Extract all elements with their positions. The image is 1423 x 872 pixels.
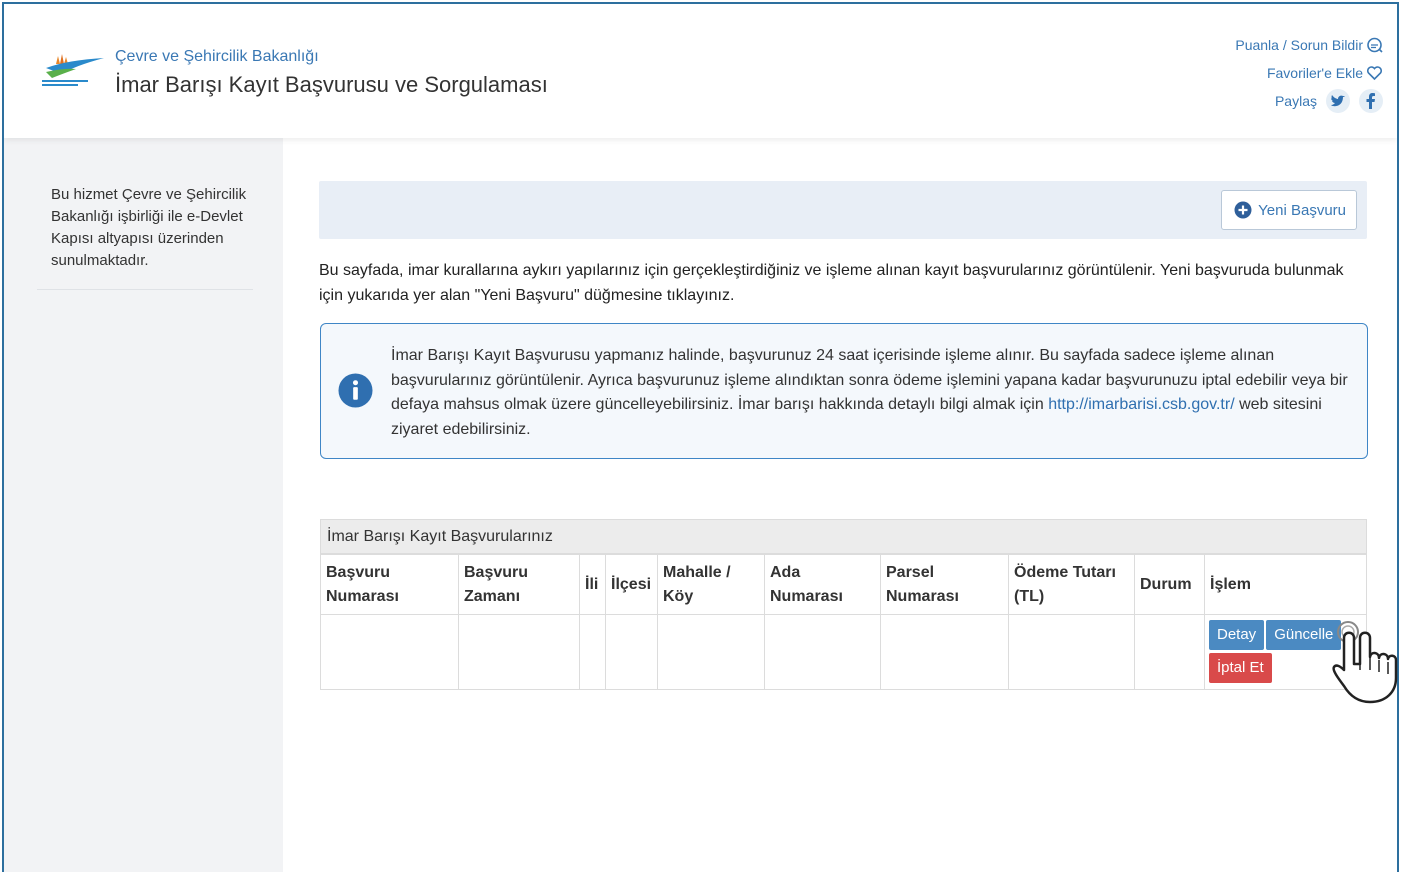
- col-district: İlçesi: [605, 554, 658, 615]
- sidebar-divider: [37, 289, 253, 290]
- chat-icon[interactable]: [1366, 37, 1383, 54]
- col-province: İli: [579, 554, 606, 615]
- share-label: Paylaş: [1274, 93, 1317, 109]
- cell-application-number: [320, 614, 459, 690]
- col-status: Durum: [1134, 554, 1205, 615]
- col-action: İşlem: [1204, 554, 1367, 615]
- cell-status: [1134, 614, 1205, 690]
- cell-payment-amount: [1008, 614, 1135, 690]
- applications-table: Başvuru Numarası Başvuru Zamanı İli İlçe…: [320, 554, 1367, 690]
- sidebar: Bu hizmet Çevre ve Şehircilik Bakanlığı …: [4, 138, 283, 872]
- page-header: Çevre ve Şehircilik Bakanlığı İmar Barış…: [4, 4, 1397, 138]
- cancel-button[interactable]: İptal Et: [1209, 653, 1272, 683]
- cell-neighborhood: [657, 614, 765, 690]
- cell-block-number: [764, 614, 881, 690]
- sidebar-note: Bu hizmet Çevre ve Şehircilik Bakanlığı …: [51, 186, 247, 269]
- browser-frame: Çevre ve Şehircilik Bakanlığı İmar Barış…: [2, 2, 1399, 872]
- new-application-button[interactable]: Yeni Başvuru: [1221, 190, 1357, 230]
- favorites-link[interactable]: Favoriler'e Ekle: [1267, 65, 1363, 81]
- col-payment-amount: Ödeme Tutarı (TL): [1008, 554, 1135, 615]
- info-icon: [338, 373, 373, 408]
- cell-parcel-number: [880, 614, 1009, 690]
- header-links: Puanla / Sorun Bildir Favoriler'e Ekle P…: [1235, 31, 1383, 115]
- twitter-icon[interactable]: [1326, 89, 1350, 113]
- action-bar: Yeni Başvuru: [319, 181, 1367, 239]
- cell-province: [579, 614, 606, 690]
- col-application-time: Başvuru Zamanı: [458, 554, 580, 615]
- plus-circle-icon: [1234, 201, 1252, 219]
- hand-pointer-icon: [1332, 621, 1398, 704]
- imarbarisi-link[interactable]: http://imarbarisi.csb.gov.tr/: [1048, 396, 1234, 413]
- col-application-number: Başvuru Numarası: [320, 554, 459, 615]
- applications-table-title: İmar Barışı Kayıt Başvurularınız: [320, 519, 1367, 554]
- table-header-row: Başvuru Numarası Başvuru Zamanı İli İlçe…: [320, 554, 1367, 615]
- page-title: İmar Barışı Kayıt Başvurusu ve Sorgulama…: [115, 72, 548, 97]
- col-block-number: Ada Numarası: [764, 554, 881, 615]
- facebook-icon[interactable]: [1359, 89, 1383, 113]
- heart-icon[interactable]: [1366, 65, 1383, 81]
- info-alert-text: İmar Barışı Kayıt Başvurusu yapmanız hal…: [391, 344, 1351, 442]
- cell-district: [605, 614, 658, 690]
- info-alert: İmar Barışı Kayıt Başvurusu yapmanız hal…: [320, 323, 1368, 459]
- ministry-name[interactable]: Çevre ve Şehircilik Bakanlığı: [115, 48, 319, 66]
- new-application-label: Yeni Başvuru: [1258, 201, 1346, 219]
- rate-link[interactable]: Puanla / Sorun Bildir: [1235, 37, 1363, 53]
- table-row: Detay Güncelle İptal Et: [320, 614, 1367, 690]
- intro-text: Bu sayfada, imar kurallarına aykırı yapı…: [319, 262, 1344, 304]
- cell-application-time: [458, 614, 580, 690]
- detail-button[interactable]: Detay: [1209, 620, 1265, 650]
- col-parcel-number: Parsel Numarası: [880, 554, 1009, 615]
- col-neighborhood: Mahalle / Köy: [657, 554, 765, 615]
- ministry-logo[interactable]: [38, 50, 106, 90]
